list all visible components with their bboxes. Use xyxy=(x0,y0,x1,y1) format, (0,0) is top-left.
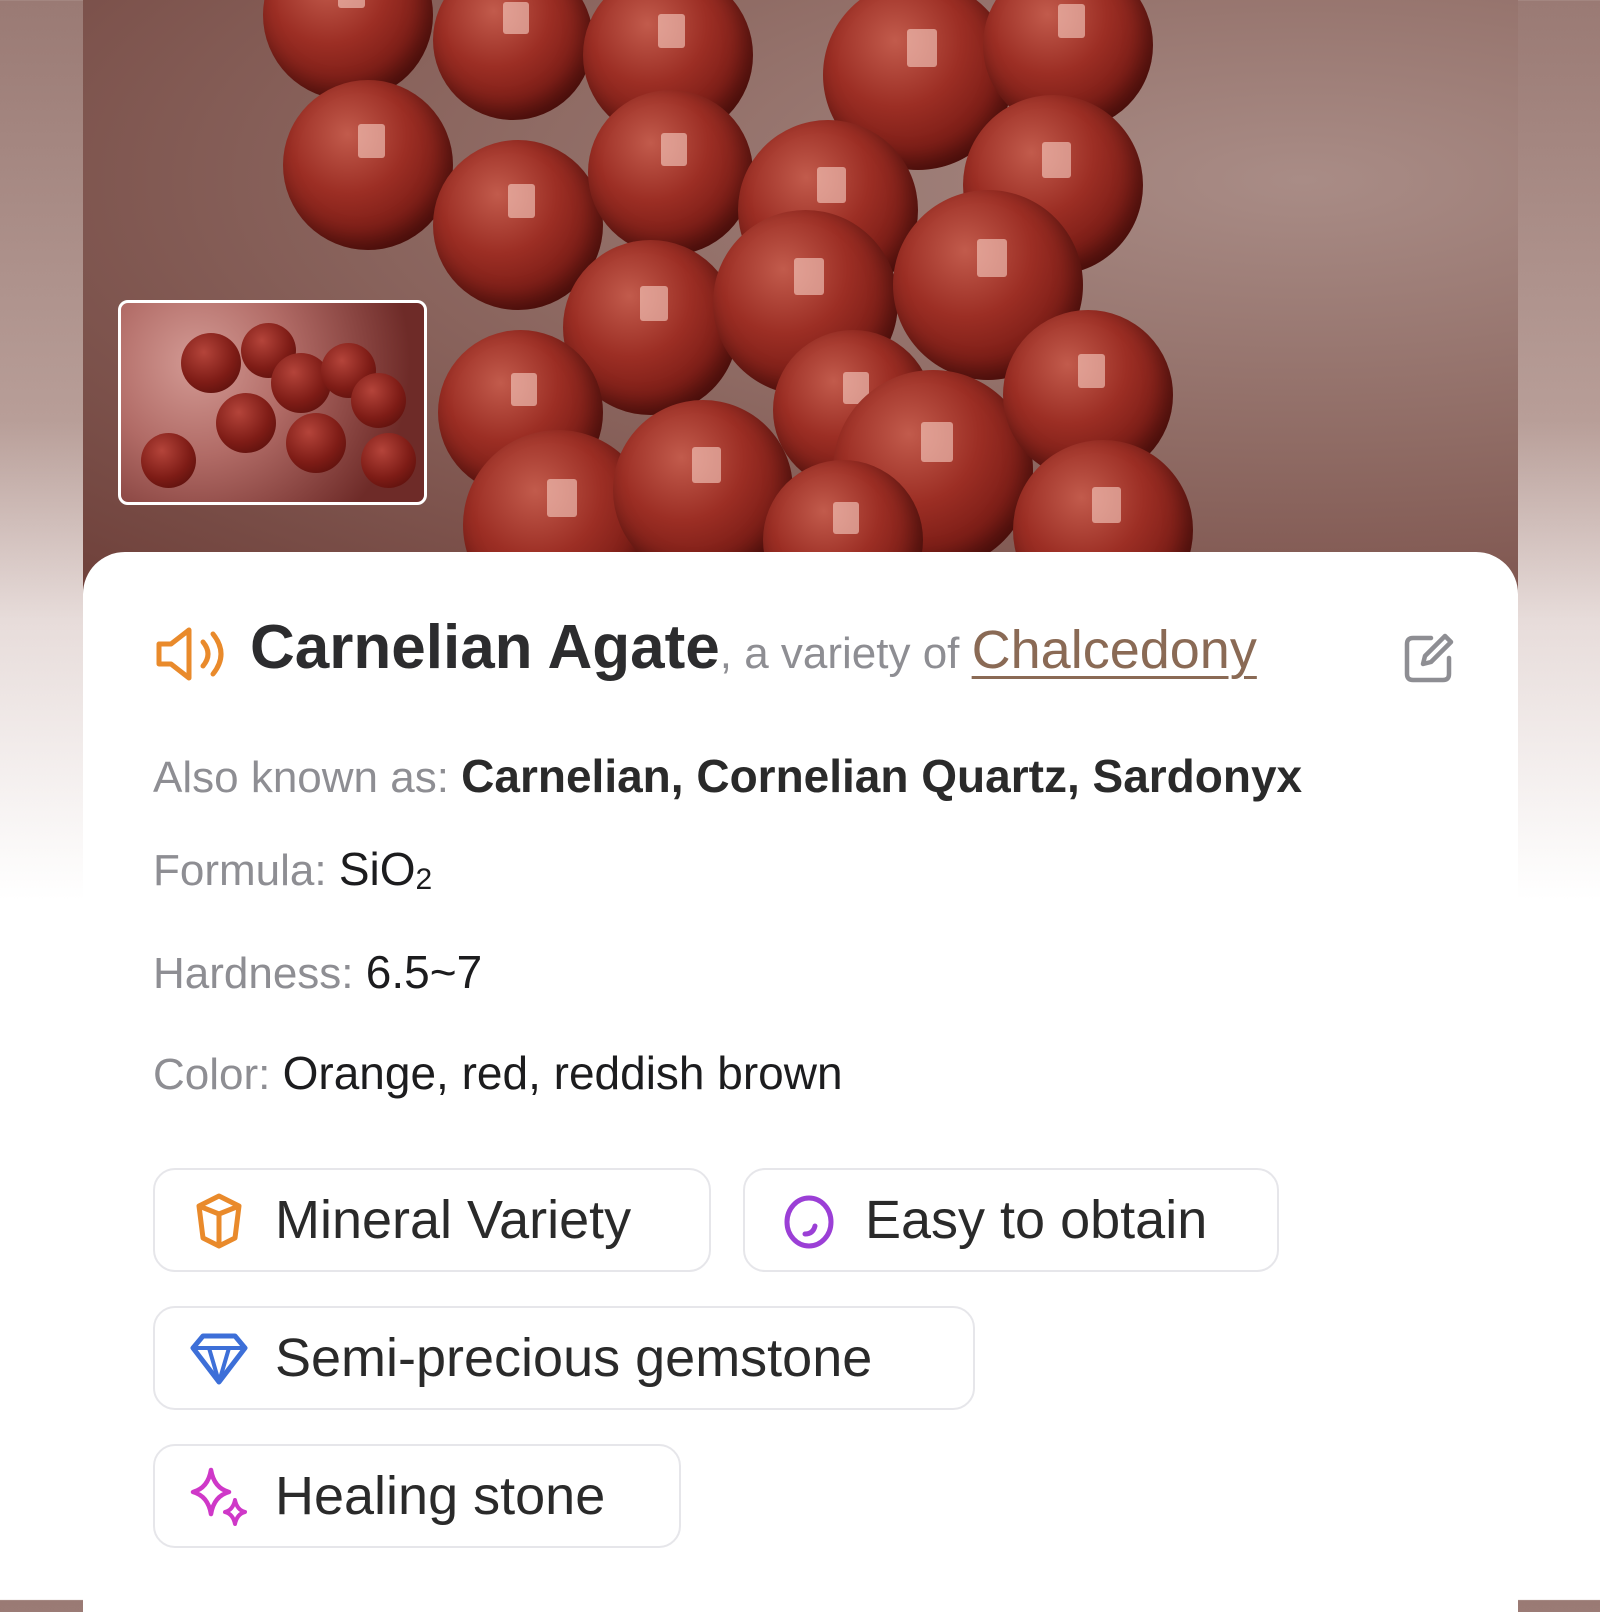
color-row: Color: Orange, red, reddish brown xyxy=(153,1046,843,1100)
bead xyxy=(361,433,416,488)
speaker-icon[interactable] xyxy=(153,624,231,684)
tag-label: Semi-precious gemstone xyxy=(275,1328,873,1388)
hardness-row: Hardness: 6.5~7 xyxy=(153,945,482,999)
color-label: Color: xyxy=(153,1050,283,1099)
sparkle-icon xyxy=(190,1467,247,1526)
bead xyxy=(283,80,453,250)
tag-mineral-variety[interactable]: Mineral Variety xyxy=(153,1168,711,1272)
formula-value: SiO xyxy=(338,843,416,895)
also-known-label: Also known as: xyxy=(153,753,462,802)
title-comma: , xyxy=(719,629,732,678)
stone-icon xyxy=(784,1195,834,1249)
crystal-icon xyxy=(196,1193,242,1249)
photo-thumbnail[interactable] xyxy=(118,300,427,505)
tag-easy-to-obtain[interactable]: Easy to obtain xyxy=(743,1168,1279,1272)
variety-prefix: a variety of xyxy=(731,629,972,678)
info-card: Carnelian Agate, a variety of Chalcedony… xyxy=(83,552,1518,1612)
tag-label: Mineral Variety xyxy=(275,1190,632,1250)
bead xyxy=(216,393,276,453)
bead xyxy=(286,413,346,473)
hardness-label: Hardness: xyxy=(153,949,366,998)
formula-row: Formula: SiO2 xyxy=(153,842,432,897)
tag-semi-precious-gemstone[interactable]: Semi-precious gemstone xyxy=(153,1306,975,1410)
color-value: Orange, red, reddish brown xyxy=(282,1047,843,1099)
formula-label: Formula: xyxy=(153,846,339,895)
bead xyxy=(433,0,593,120)
page-title: Carnelian Agate, a variety of Chalcedony xyxy=(250,612,1257,683)
bead xyxy=(141,433,196,488)
also-known-row: Also known as: Carnelian, Cornelian Quar… xyxy=(153,749,1302,803)
hardness-value: 6.5~7 xyxy=(365,946,483,998)
also-known-value: Carnelian, Cornelian Quartz, Sardonyx xyxy=(461,750,1303,802)
diamond-icon xyxy=(190,1333,248,1385)
bead xyxy=(181,333,241,393)
tag-healing-stone[interactable]: Healing stone xyxy=(153,1444,681,1548)
variety-link[interactable]: Chalcedony xyxy=(972,620,1257,680)
tag-label: Healing stone xyxy=(275,1466,606,1526)
tag-label: Easy to obtain xyxy=(865,1190,1208,1250)
edit-icon[interactable] xyxy=(1401,630,1457,686)
bead xyxy=(351,373,406,428)
mineral-name: Carnelian Agate xyxy=(250,613,720,682)
formula-subscript: 2 xyxy=(415,863,433,897)
bead xyxy=(588,90,753,255)
